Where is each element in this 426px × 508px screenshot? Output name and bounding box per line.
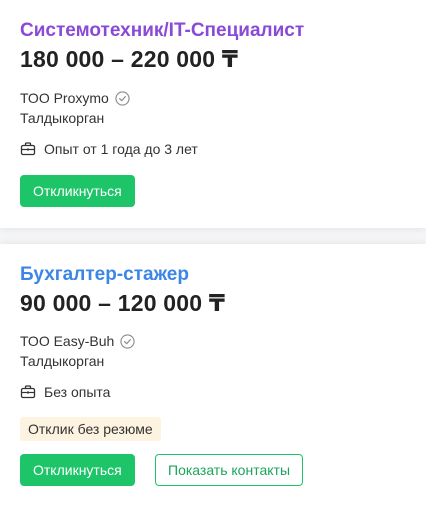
no-resume-badge: Отклик без резюме xyxy=(20,417,161,441)
show-contacts-button[interactable]: Показать контакты xyxy=(155,454,304,486)
briefcase-icon xyxy=(20,141,36,157)
vacancy-city: Талдыкорган xyxy=(20,353,105,369)
vacancy-title-link[interactable]: Бухгалтер-стажер xyxy=(20,264,189,286)
verified-check-icon xyxy=(115,90,130,106)
vacancy-salary: 180 000 – 220 000 ₸ xyxy=(20,46,239,72)
experience-row: Опыт от 1 года до 3 лет xyxy=(20,140,198,158)
company-name-link[interactable]: ТОО Easy-Buh xyxy=(20,332,114,350)
briefcase-icon xyxy=(20,384,36,400)
apply-button[interactable]: Откликнуться xyxy=(20,454,135,486)
vacancy-city: Талдыкорган xyxy=(20,110,105,126)
vacancy-card: Бухгалтер-стажер 90 000 – 120 000 ₸ ТОО … xyxy=(0,244,426,508)
company-name-link[interactable]: ТОО Proxymo xyxy=(20,89,109,107)
verified-check-icon xyxy=(120,333,135,349)
vacancy-card: Системотехник/IT-Специалист 180 000 – 22… xyxy=(0,0,426,228)
vacancy-title-link[interactable]: Системотехник/IT-Специалист xyxy=(20,20,304,42)
apply-button[interactable]: Откликнуться xyxy=(20,175,135,207)
vacancy-salary: 90 000 – 120 000 ₸ xyxy=(20,290,226,316)
experience-text: Без опыта xyxy=(44,384,111,400)
experience-row: Без опыта xyxy=(20,383,110,401)
experience-text: Опыт от 1 года до 3 лет xyxy=(44,141,198,157)
company-row: ТОО Proxymo xyxy=(20,89,130,107)
company-row: ТОО Easy-Buh xyxy=(20,332,135,350)
